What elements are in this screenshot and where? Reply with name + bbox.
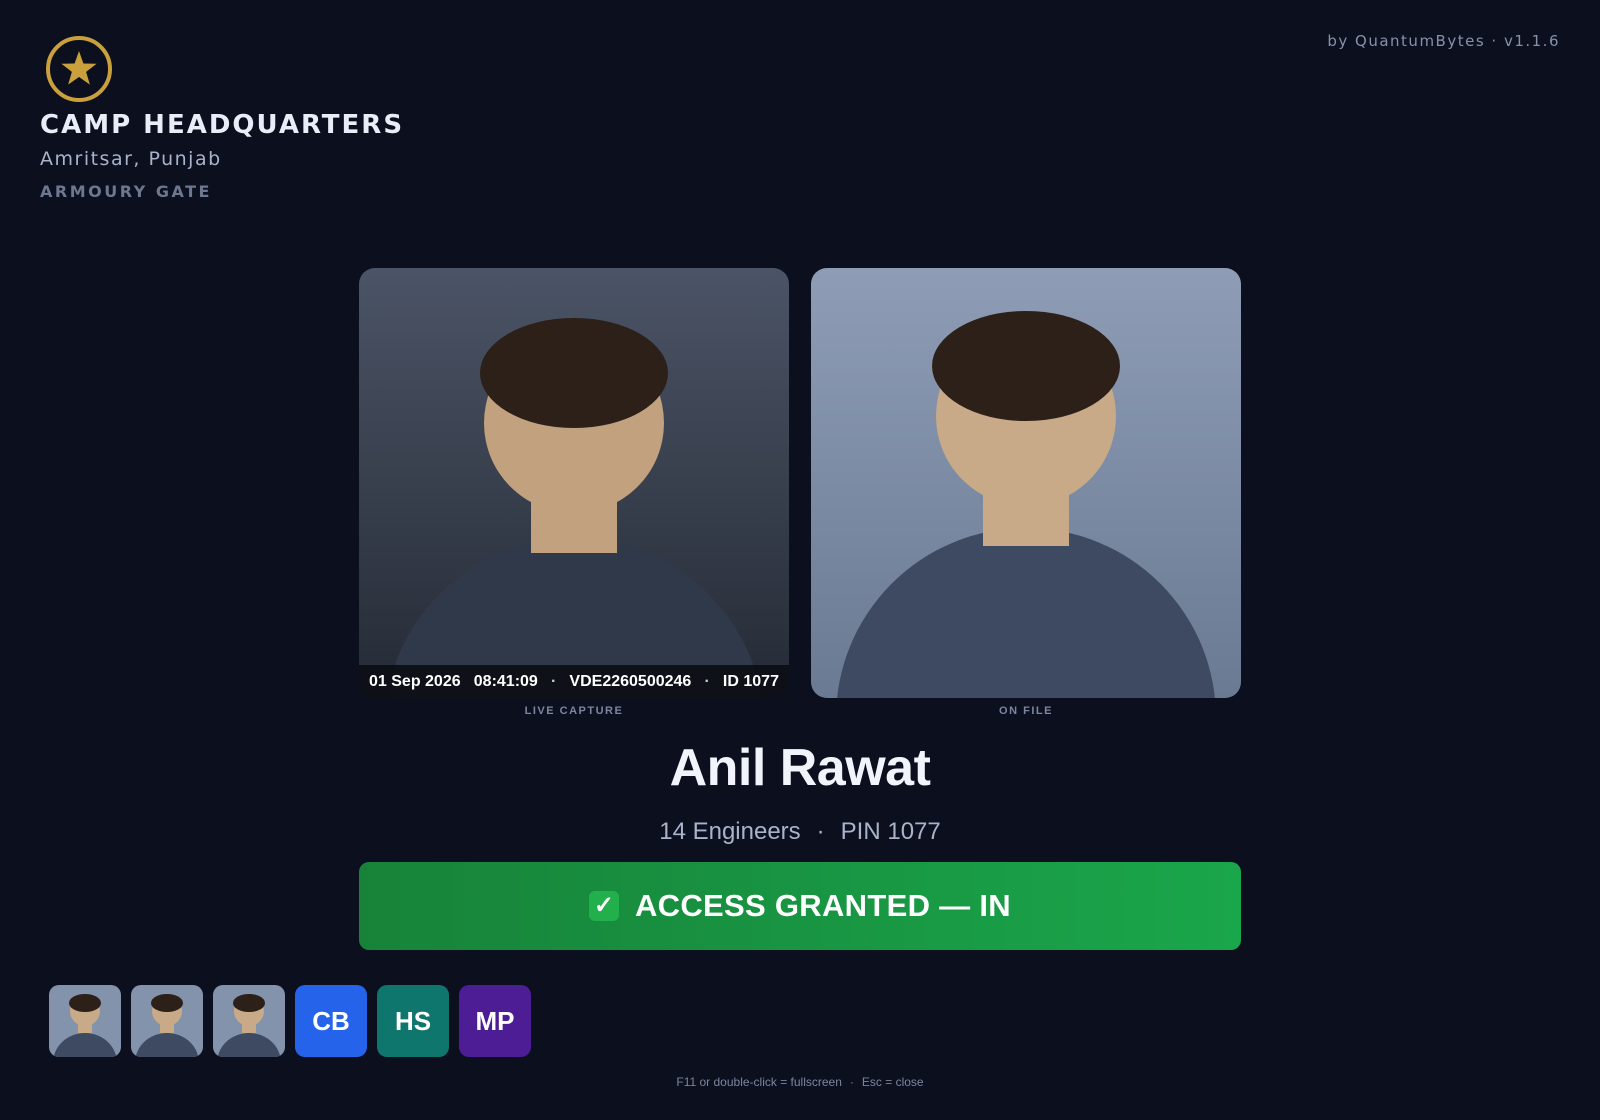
live-capture-label: LIVE CAPTURE <box>524 705 624 717</box>
star-emblem-icon <box>46 36 112 102</box>
recent-entry-avatar[interactable] <box>49 985 121 1057</box>
keyboard-hint: F11 or double-click = fullscreen · Esc = c… <box>0 1075 1600 1089</box>
capture-info-bar: 01 Sep 2026 08:41:09 · VDE2260500246 · I… <box>359 665 789 698</box>
capture-date: 01 Sep 2026 <box>369 672 461 690</box>
recent-entry-avatar[interactable] <box>213 985 285 1057</box>
check-mark-icon: ✓ <box>588 891 619 921</box>
separator-dot: · <box>550 672 557 690</box>
live-capture-photo: 01 Sep 2026 08:41:09 · VDE2260500246 · I… <box>359 268 789 698</box>
person-pin: PIN 1077 <box>840 818 941 845</box>
capture-time: 08:41:09 <box>473 672 538 690</box>
close-hint: Esc = close <box>861 1075 924 1089</box>
camp-title: CAMP HEADQUARTERS <box>40 110 405 140</box>
gate-name: ARMOURY GATE <box>40 182 212 201</box>
recent-entry-initials[interactable]: CB <box>295 985 367 1057</box>
person-name: Anil Rawat <box>669 739 931 797</box>
camp-location: Amritsar, Punjab <box>40 148 222 170</box>
separator-dot: · <box>704 672 710 690</box>
recent-entries: CB HS MP <box>49 985 531 1057</box>
on-file-image <box>811 268 1241 698</box>
version-label: by QuantumBytes · v1.1.6 <box>1327 32 1560 50</box>
recent-entry-avatar[interactable] <box>131 985 203 1057</box>
recent-entry-initials[interactable]: MP <box>459 985 531 1057</box>
person-id: ID 1077 <box>722 672 779 690</box>
fullscreen-hint: F11 or double-click = fullscreen <box>676 1075 842 1089</box>
on-file-label: ON FILE <box>999 705 1053 717</box>
recent-entry-initials[interactable]: HS <box>377 985 449 1057</box>
separator-dot: · <box>849 1075 854 1089</box>
on-file-photo <box>811 268 1241 698</box>
person-unit: 14 Engineers <box>659 818 801 845</box>
access-status-banner: ✓ ACCESS GRANTED — IN <box>359 862 1241 950</box>
person-avatar-icon <box>213 985 285 1057</box>
person-avatar-icon <box>49 985 121 1057</box>
person-meta: 14 Engineers · PIN 1077 <box>0 818 1600 846</box>
person-avatar-icon <box>131 985 203 1057</box>
access-status-text: ACCESS GRANTED — IN <box>634 888 1011 923</box>
separator-dot: · <box>816 818 825 845</box>
live-capture-image <box>359 268 789 698</box>
device-id: VDE2260500246 <box>569 672 692 690</box>
